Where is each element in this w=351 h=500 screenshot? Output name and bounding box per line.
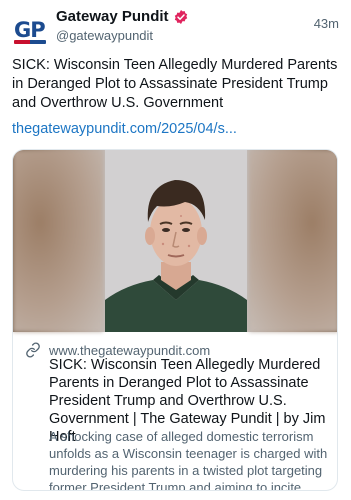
- post-header: GP Gateway Pundit @gatewaypundit 43m: [12, 8, 343, 48]
- link-icon: [25, 342, 41, 358]
- post-text: SICK: Wisconsin Teen Allegedly Murdered …: [12, 57, 338, 111]
- post-link[interactable]: thegatewaypundit.com/2025/04/s...: [12, 121, 237, 137]
- handle[interactable]: @gatewaypundit: [56, 28, 153, 43]
- card-image: [13, 150, 337, 332]
- verified-badge-icon: [173, 9, 189, 25]
- card-image-right-blur: [249, 150, 337, 332]
- link-preview-card[interactable]: www.thegatewaypundit.com SICK: Wisconsin…: [12, 149, 338, 491]
- display-name[interactable]: Gateway Pundit: [56, 8, 169, 25]
- post-time[interactable]: 43m: [314, 16, 339, 31]
- avatar-logo-text: GP: [14, 18, 46, 42]
- avatar-stripe: [14, 40, 46, 44]
- avatar[interactable]: GP: [14, 14, 46, 46]
- mugshot-photo: [105, 150, 247, 332]
- name-row: Gateway Pundit: [56, 8, 189, 25]
- card-image-left-blur: [13, 150, 103, 332]
- card-description: A shocking case of alleged domestic terr…: [49, 429, 328, 491]
